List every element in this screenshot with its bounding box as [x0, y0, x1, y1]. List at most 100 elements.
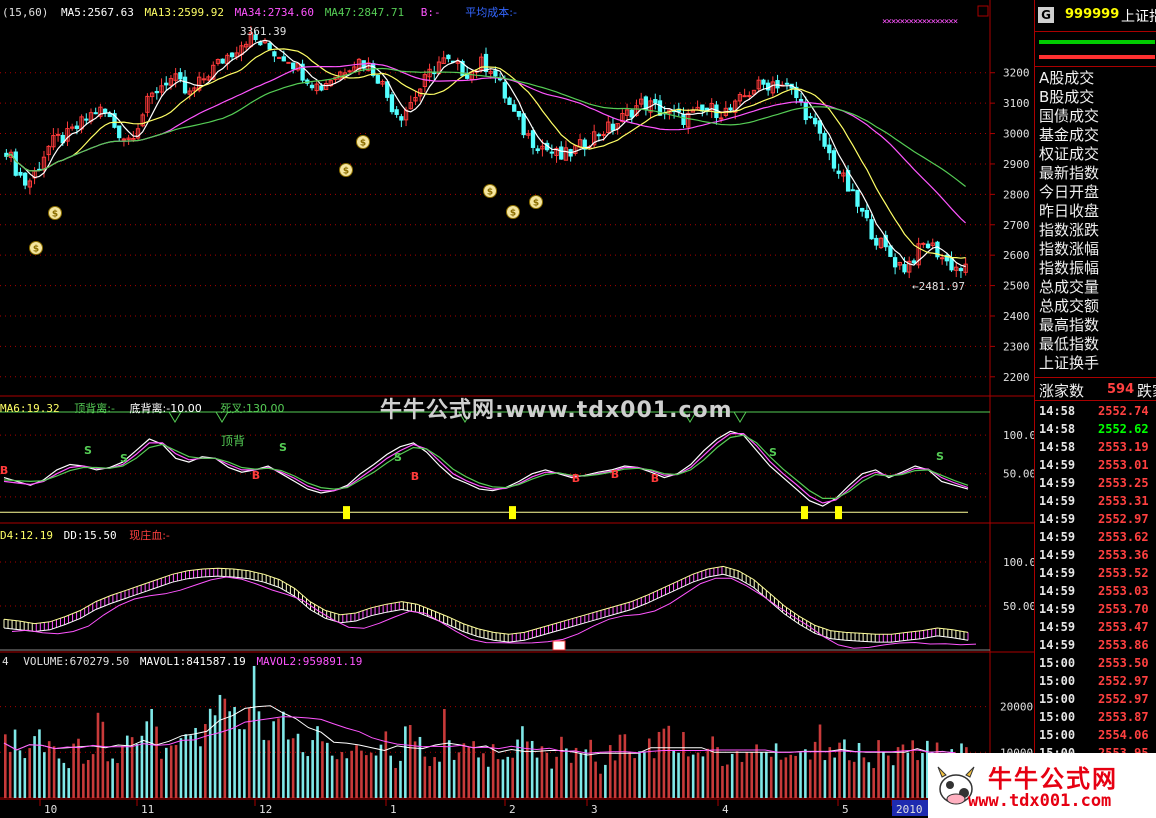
candle-body	[874, 237, 879, 246]
tick-row: 14:59 2553.52	[1035, 564, 1156, 582]
volume-bar	[643, 751, 646, 798]
tick-row: 15:00 2553.50	[1035, 654, 1156, 672]
volume-bar	[52, 746, 56, 798]
tick-price: 2553.19	[1098, 440, 1149, 454]
volume-bar	[686, 756, 690, 798]
candle-body	[309, 84, 315, 89]
volume-bar	[345, 758, 349, 798]
volume-bar	[916, 760, 919, 798]
dead-cross-marker	[168, 411, 182, 423]
date-axis-label: 10	[44, 803, 57, 816]
price-axis-label: 3200	[1003, 67, 1030, 80]
candle-body	[653, 99, 658, 104]
candle-body	[549, 151, 554, 154]
volume-bar	[765, 751, 768, 798]
money-bag-glyph: $	[52, 210, 58, 220]
volume-bar	[121, 745, 124, 798]
candle-body	[389, 94, 395, 113]
volume-bar	[116, 763, 119, 798]
panel2-line-line3	[3, 434, 969, 499]
volume-bar	[560, 736, 563, 798]
volume-bar	[335, 759, 339, 798]
volume-bar	[155, 726, 158, 798]
money-bag-glyph: $	[487, 188, 493, 198]
candle-body	[850, 189, 855, 192]
tick-price: 2553.70	[1098, 602, 1149, 616]
candle-body	[512, 104, 517, 112]
panel2-line-line2	[3, 433, 969, 504]
volume-bar	[906, 752, 910, 798]
tick-price: 2552.97	[1098, 512, 1149, 526]
volume-bar	[740, 761, 744, 798]
date-axis-label: 11	[141, 803, 154, 816]
volume-bar	[735, 751, 739, 798]
volume-bar	[711, 736, 714, 798]
volume-bar	[330, 755, 334, 798]
tick-price: 2553.62	[1098, 530, 1149, 544]
panel3-axis-label: 100.0	[1003, 556, 1034, 569]
volume-bar	[911, 740, 915, 798]
money-bag-glyph: $	[360, 139, 366, 149]
volume-bar	[745, 751, 749, 798]
tick-price: 2553.36	[1098, 548, 1149, 562]
tick-row: 14:58 2553.19	[1035, 438, 1156, 456]
band-edge-D4	[3, 565, 969, 635]
tick-row: 14:59 2553.86	[1035, 636, 1156, 654]
volume-bar	[413, 741, 417, 798]
s-signal: S	[769, 446, 777, 459]
volume-bar	[423, 756, 427, 798]
tick-row: 14:59 2553.31	[1035, 492, 1156, 510]
tick-price: 2553.86	[1098, 638, 1149, 652]
up-count-label: 涨家数	[1039, 382, 1085, 400]
tick-price: 2552.97	[1098, 674, 1149, 688]
date-axis-label: 2010	[896, 803, 923, 816]
price-axis-label: 2400	[1003, 310, 1030, 323]
s-signal: S	[394, 451, 402, 464]
panel4-axis-label: 20000	[1000, 701, 1033, 714]
volume-bar	[589, 739, 593, 798]
volume-bar	[843, 739, 846, 798]
up-ratio-bar	[1039, 40, 1155, 44]
volume-bar	[47, 741, 51, 798]
volume-bar	[691, 754, 695, 798]
tick-row: 14:59 2552.97	[1035, 510, 1156, 528]
bottom-signal-bar	[835, 506, 842, 520]
volume-bar	[179, 738, 183, 798]
money-bag-glyph: $	[33, 245, 39, 255]
tick-price: 2553.25	[1098, 476, 1149, 490]
watermark-corner-title: 牛牛公式网	[988, 765, 1118, 793]
candle-body	[601, 133, 606, 136]
g-icon[interactable]: G	[1038, 7, 1054, 23]
volume-bar	[482, 753, 485, 798]
candle-body	[107, 113, 112, 118]
candle-body	[446, 54, 451, 60]
candle-body	[921, 242, 926, 245]
volume-bar	[808, 759, 812, 798]
volume-bar	[311, 740, 314, 798]
candle-body	[93, 112, 98, 115]
volume-bar	[72, 743, 75, 798]
volume-bar	[721, 765, 724, 798]
volume-bar	[760, 752, 763, 798]
tick-row: 14:59 2553.25	[1035, 474, 1156, 492]
volume-bar	[457, 752, 461, 798]
candle-body	[864, 209, 870, 219]
tick-time: 15:00	[1039, 710, 1076, 724]
candle-body	[742, 95, 747, 98]
tick-price: 2552.62	[1098, 422, 1149, 436]
volume-bar	[272, 721, 275, 798]
volume-bar	[862, 757, 866, 798]
tick-price: 2552.74	[1098, 404, 1149, 418]
volume-bar	[647, 738, 651, 798]
volume-bar	[228, 711, 232, 798]
date-axis-label: 12	[259, 803, 272, 816]
stat-label: 最高指数	[1039, 316, 1100, 334]
down-ratio-bar	[1039, 55, 1155, 59]
candle-body	[220, 58, 225, 64]
volume-bar	[296, 733, 300, 798]
watermark-corner-url: www.tdx001.com	[968, 791, 1112, 811]
volume-bar	[526, 741, 529, 798]
volume-bar	[316, 726, 319, 798]
stat-label: 权证成交	[1039, 145, 1100, 163]
ma-line-ma34	[6, 62, 966, 224]
